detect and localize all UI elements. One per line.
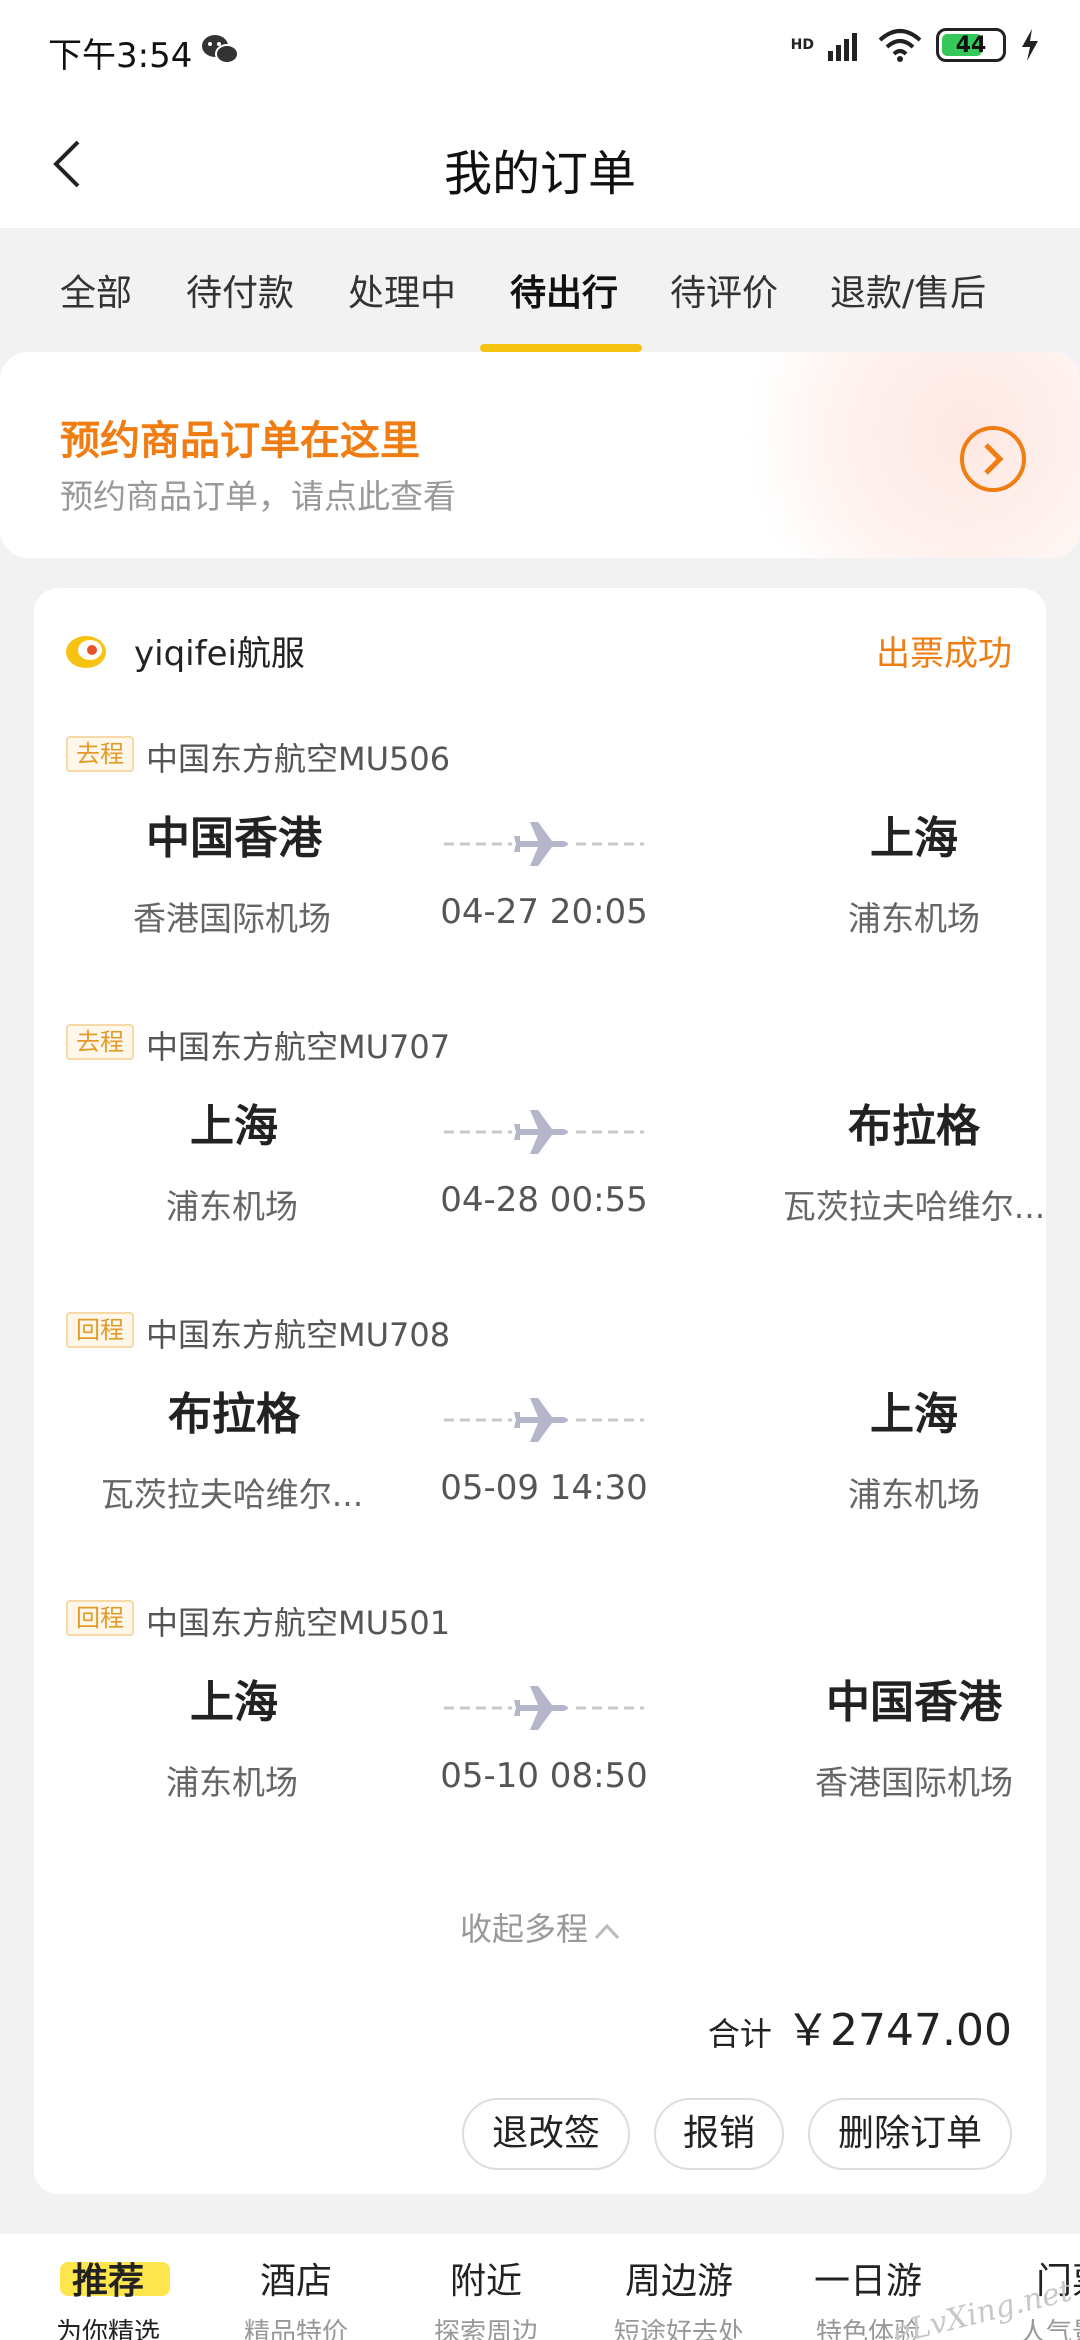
departure-datetime: 05-10 08:50 [440, 1756, 648, 1796]
status-bar: 下午3:54 HD 44 [0, 0, 1080, 100]
change-refund-button[interactable]: 退改签 [462, 2098, 630, 2170]
flight-number: 中国东方航空MU501 [146, 1604, 451, 1642]
wifi-icon [878, 29, 922, 62]
departure-datetime: 04-28 00:55 [440, 1180, 648, 1220]
arrival-city: 中国香港 [826, 1677, 1002, 1728]
airplane-icon [444, 1110, 644, 1154]
wechat-icon [202, 35, 239, 64]
status-right: HD 44 [791, 28, 1040, 62]
collapse-legs-button[interactable]: 收起多程 [34, 1904, 1046, 1950]
category-main: 周边游 [625, 2261, 734, 2302]
flight-leg: 回程 中国东方航空MU708 布拉格 上海 瓦茨拉夫哈维尔... 05-09 1… [34, 1312, 1046, 1600]
bottom-category-bar: 推荐 为你精选 酒店 精品特价 附近 探索周边 周边游 短途好去处 一日游 特色… [0, 2234, 1080, 2340]
departure-city: 上海 [190, 1677, 278, 1728]
departure-datetime: 05-09 14:30 [440, 1468, 648, 1508]
departure-airport: 香港国际机场 [133, 899, 331, 938]
order-total: 合计 ￥2747.00 [708, 1994, 1012, 2058]
chevron-up-icon [594, 1923, 620, 1940]
airplane-icon [444, 1686, 644, 1730]
tab-processing[interactable]: 处理中 [348, 264, 456, 316]
signal-icon [828, 33, 857, 61]
leg-tag: 回程 [66, 1312, 134, 1348]
arrival-city: 上海 [870, 1389, 958, 1440]
departure-airport: 浦东机场 [166, 1763, 298, 1802]
banner-subtitle: 预约商品订单，请点此查看 [60, 477, 456, 516]
flight-number: 中国东方航空MU707 [146, 1028, 451, 1066]
departure-datetime: 04-27 20:05 [440, 892, 648, 932]
battery-level: 44 [955, 32, 987, 58]
tab-refund-aftersale[interactable]: 退款/售后 [830, 264, 986, 316]
chevron-right-circle-icon[interactable] [958, 424, 1028, 494]
arrival-city: 布拉格 [848, 1101, 980, 1152]
departure-airport: 瓦茨拉夫哈维尔... [100, 1475, 364, 1514]
order-tabs: 全部 待付款 处理中 待出行 待评价 退款/售后 [0, 228, 1080, 354]
airplane-icon [444, 1398, 644, 1442]
departure-city: 上海 [190, 1101, 278, 1152]
collapse-label: 收起多程 [459, 1910, 588, 1948]
departure-city: 布拉格 [168, 1389, 300, 1440]
arrival-airport: 浦东机场 [848, 1475, 980, 1514]
category-main: 酒店 [260, 2261, 333, 2302]
tab-upcoming-trip[interactable]: 待出行 [510, 264, 618, 316]
arrival-airport: 浦东机场 [848, 899, 980, 938]
banner-title: 预约商品订单在这里 [60, 418, 420, 464]
order-card[interactable]: yiqifei航服 出票成功 去程 中国东方航空MU506 中国香港 上海 香港… [34, 588, 1046, 2194]
tab-all[interactable]: 全部 [60, 264, 132, 316]
flight-leg: 去程 中国东方航空MU506 中国香港 上海 香港国际机场 04-27 20:0… [34, 736, 1046, 1024]
total-label: 合计 [707, 2015, 772, 2053]
battery-icon: 44 [936, 28, 1006, 62]
flight-number: 中国东方航空MU506 [146, 740, 451, 778]
arrival-city: 上海 [870, 813, 958, 864]
category-hotel[interactable]: 酒店 精品特价 [244, 2252, 348, 2340]
category-nearby[interactable]: 附近 探索周边 [434, 2252, 538, 2340]
category-recommend[interactable]: 推荐 为你精选 [56, 2252, 160, 2340]
airplane-icon [444, 822, 644, 866]
page-title: 我的订单 [443, 146, 636, 202]
category-sub: 精品特价 [244, 2318, 349, 2340]
network-label: HD [790, 37, 814, 53]
category-sub: 探索周边 [434, 2318, 539, 2340]
category-sub: 短途好去处 [614, 2318, 745, 2340]
leg-tag: 去程 [66, 1024, 134, 1060]
charging-icon [1022, 29, 1038, 61]
departure-airport: 浦东机场 [166, 1187, 298, 1226]
flight-leg: 回程 中国东方航空MU501 上海 中国香港 浦东机场 05-10 08:50 … [34, 1600, 1046, 1888]
order-status: 出票成功 [876, 634, 1012, 674]
leg-tag: 去程 [66, 736, 134, 772]
nav-header: 我的订单 [0, 100, 1080, 228]
tab-pending-review[interactable]: 待评价 [670, 264, 778, 316]
tab-pending-payment[interactable]: 待付款 [186, 264, 294, 316]
category-around-trip[interactable]: 周边游 短途好去处 [614, 2252, 744, 2340]
category-main: 附近 [450, 2261, 523, 2302]
flight-leg: 去程 中国东方航空MU707 上海 布拉格 浦东机场 04-28 00:55 瓦… [34, 1024, 1046, 1312]
departure-city: 中国香港 [146, 813, 322, 864]
reservation-banner[interactable]: 预约商品订单在这里 预约商品订单，请点此查看 [0, 352, 1080, 558]
reimburse-button[interactable]: 报销 [654, 2098, 784, 2170]
status-time: 下午3:54 [48, 36, 193, 76]
arrival-airport: 香港国际机场 [815, 1763, 1013, 1802]
category-sub: 为你精选 [56, 2318, 161, 2340]
leg-tag: 回程 [66, 1600, 134, 1636]
agency-name: yiqifei航服 [134, 634, 305, 674]
flight-number: 中国东方航空MU708 [146, 1316, 451, 1354]
delete-order-button[interactable]: 删除订单 [808, 2098, 1012, 2170]
agency-logo-icon [66, 636, 106, 668]
arrival-airport: 瓦茨拉夫哈维尔... [782, 1187, 1046, 1226]
total-amount: ￥2747.00 [786, 2005, 1012, 2056]
category-main: 推荐 [72, 2261, 145, 2302]
category-main: 一日游 [814, 2261, 923, 2302]
active-tab-indicator [480, 344, 642, 352]
